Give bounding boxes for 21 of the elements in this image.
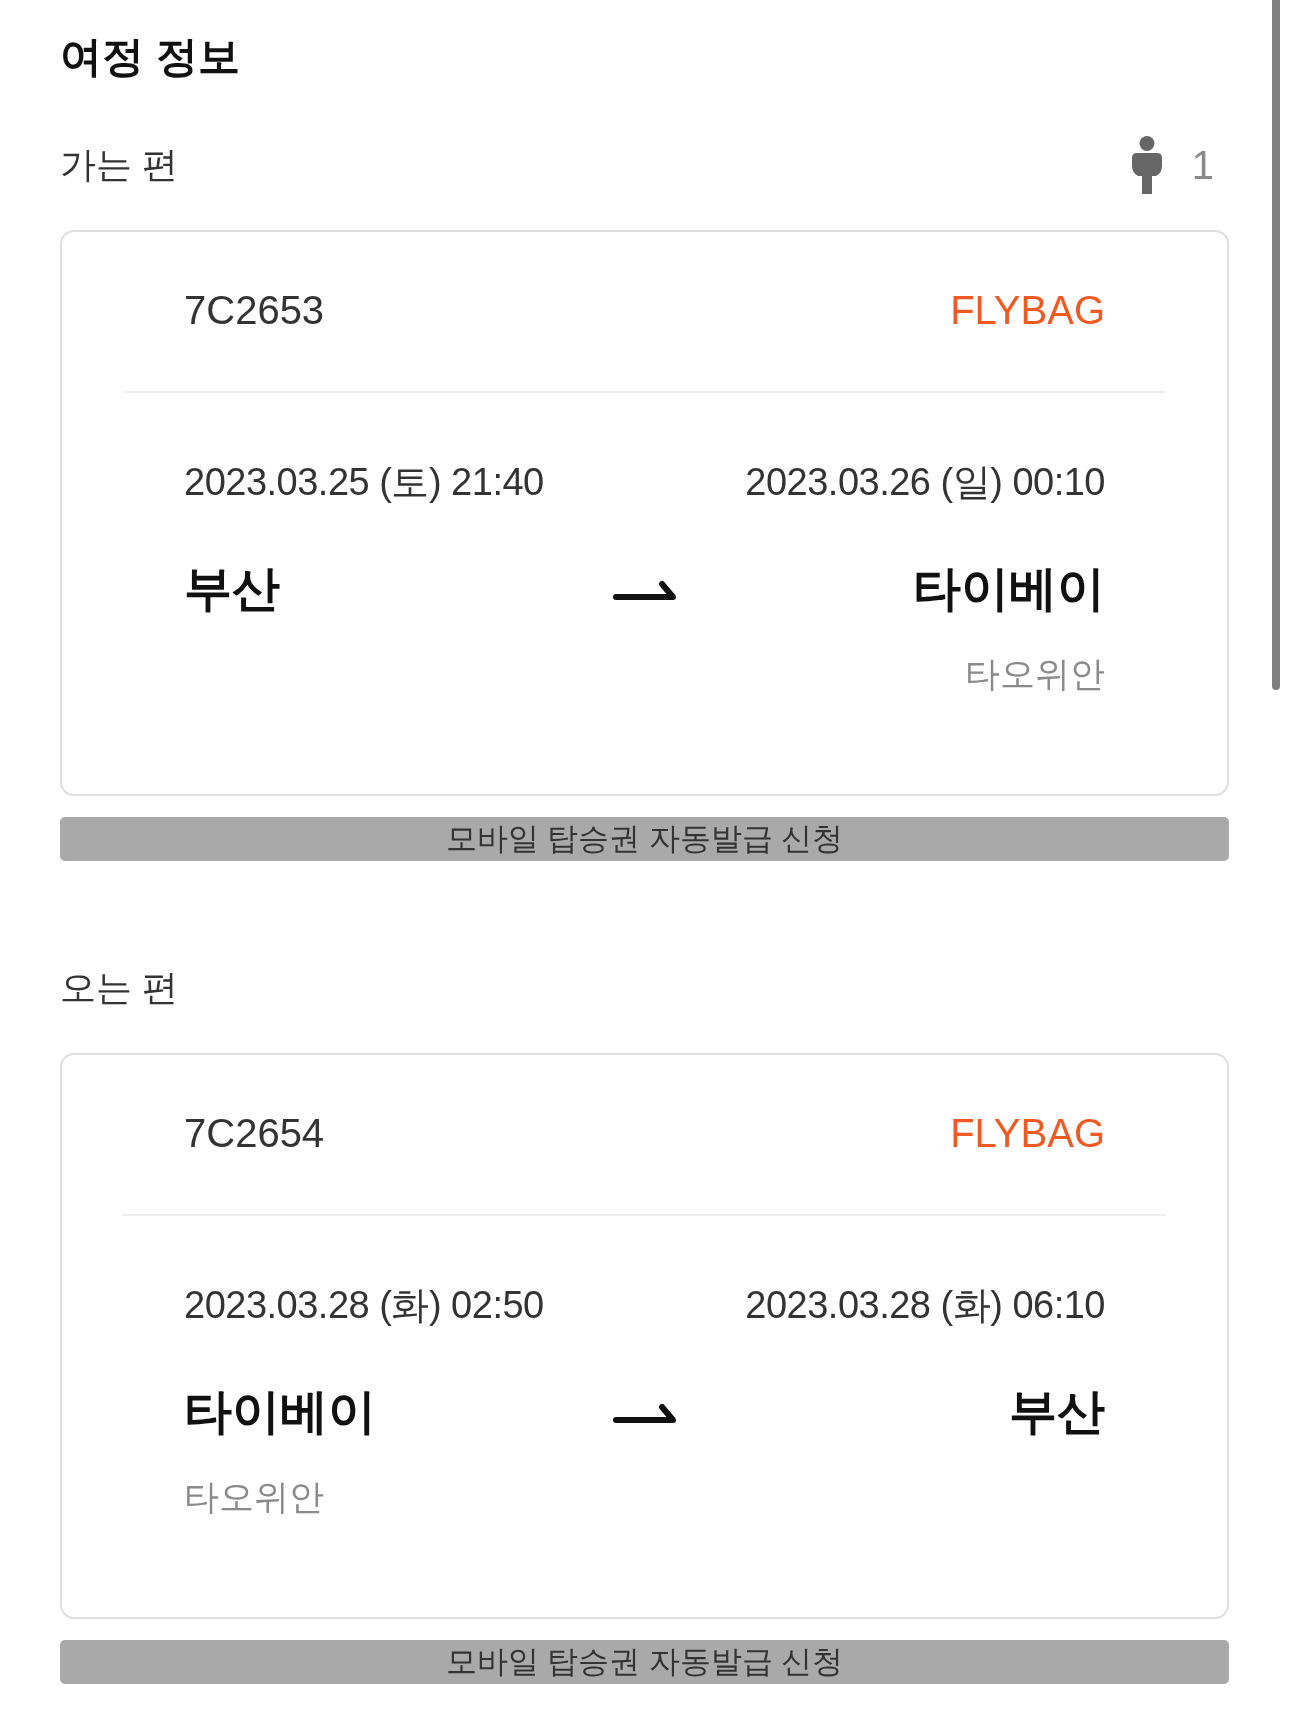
leg-label: 가는 편 <box>60 143 178 187</box>
arrival-city: 부산 <box>1009 1384 1105 1440</box>
passenger-count: 1 <box>1191 142 1214 189</box>
boarding-pass-button[interactable]: 모바일 탑승권 자동발급 신청 <box>60 817 1229 861</box>
departure-time: 2023.03.25 (토) 21:40 <box>184 460 544 505</box>
airport-name: 타오위안 <box>184 1476 324 1518</box>
boarding-pass-button[interactable]: 모바일 탑승권 자동발급 신청 <box>60 1640 1229 1684</box>
flight-number: 7C2653 <box>184 287 325 334</box>
arrival-time: 2023.03.26 (일) 00:10 <box>745 460 1105 505</box>
fare-type: FLYBAG <box>950 287 1105 334</box>
leg-label: 오는 편 <box>60 966 178 1010</box>
departure-city: 부산 <box>184 561 280 617</box>
arrival-city: 타이베이 <box>913 561 1105 617</box>
departure-city: 타이베이 <box>184 1384 376 1440</box>
departure-time: 2023.03.28 (화) 02:50 <box>184 1283 544 1328</box>
page-title: 여정 정보 <box>60 32 241 82</box>
fare-type: FLYBAG <box>950 1110 1105 1157</box>
arrival-time: 2023.03.28 (화) 06:10 <box>745 1283 1105 1328</box>
flight-number: 7C2654 <box>184 1110 325 1157</box>
person-icon <box>1131 136 1162 194</box>
airport-name: 타오위안 <box>965 653 1105 695</box>
